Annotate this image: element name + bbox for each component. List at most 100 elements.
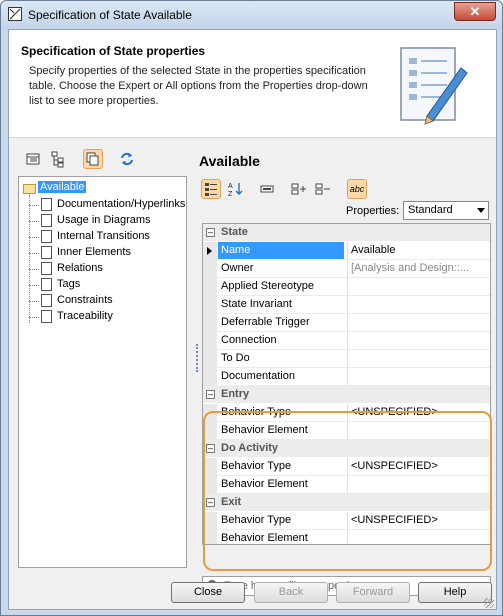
row-gutter (203, 278, 217, 296)
tree-item-label: Relations (57, 262, 103, 274)
tree-item-label: Traceability (57, 310, 113, 322)
column-separator (347, 512, 348, 530)
property-row[interactable]: Documentation (203, 368, 490, 386)
dialog-main: Available Documentation/Hyperlinks Usage… (9, 139, 496, 596)
row-gutter (203, 422, 217, 440)
tree-item-documentation[interactable]: Documentation/Hyperlinks (29, 197, 187, 213)
property-name: To Do (221, 352, 250, 364)
expand-icon[interactable] (289, 179, 309, 199)
column-separator (347, 314, 348, 332)
tree-item-traceability[interactable]: Traceability (29, 309, 187, 325)
property-value[interactable]: <UNSPECIFIED> (351, 406, 489, 418)
app-icon (8, 7, 22, 21)
tree-view-icon[interactable] (49, 149, 69, 169)
document-icon (41, 278, 52, 291)
property-row[interactable]: Deferrable Trigger (203, 314, 490, 332)
property-row[interactable]: To Do (203, 350, 490, 368)
property-row[interactable]: Behavior Type <UNSPECIFIED> (203, 404, 490, 422)
property-value[interactable]: <UNSPECIFIED> (351, 514, 489, 526)
tree-item-root[interactable]: Available (23, 181, 173, 197)
column-separator (347, 332, 348, 350)
spell-check-icon[interactable]: abc (347, 179, 367, 199)
tree-item-inner-elements[interactable]: Inner Elements (29, 245, 187, 261)
property-name: Behavior Type (221, 460, 292, 472)
svg-text:A: A (228, 183, 233, 190)
list-view-icon[interactable] (23, 149, 43, 169)
properties-grid: – State Name Available Owner [Analysis and De… (202, 223, 491, 545)
collapse-toggle-icon[interactable]: – (206, 390, 215, 399)
tree-item-label: Tags (57, 278, 81, 290)
property-name: Behavior Type (221, 406, 292, 418)
property-group[interactable]: – Do Activity (203, 440, 490, 457)
forward-button[interactable]: Forward (336, 582, 410, 603)
properties-mode-value: Standard (408, 204, 453, 216)
column-separator (347, 350, 348, 368)
row-gutter (203, 404, 217, 422)
property-row[interactable]: Behavior Type <UNSPECIFIED> (203, 512, 490, 530)
property-name: State Invariant (221, 298, 292, 310)
property-group-label: Do Activity (221, 442, 279, 454)
document-icon (41, 214, 52, 227)
dialog-footer: Close Back Forward Help (9, 570, 496, 610)
property-group[interactable]: – Entry (203, 386, 490, 403)
property-name: Connection (221, 334, 277, 346)
window-close-button[interactable]: ✕ (454, 2, 496, 21)
close-button[interactable]: Close (171, 582, 245, 603)
row-gutter (203, 314, 217, 332)
collapse-toggle-icon[interactable]: – (206, 444, 215, 453)
row-gutter (203, 476, 217, 494)
row-gutter (203, 350, 217, 368)
tree-item-relations[interactable]: Relations (29, 261, 187, 277)
property-row[interactable]: Applied Stereotype (203, 278, 490, 296)
back-button[interactable]: Back (254, 582, 328, 603)
sort-alpha-icon[interactable]: AZ (225, 179, 245, 199)
column-separator (347, 368, 348, 386)
property-value[interactable]: <UNSPECIFIED> (351, 460, 489, 472)
properties-mode-select[interactable]: Standard (403, 201, 489, 220)
property-name: Documentation (221, 370, 295, 382)
tree-item-internal-transitions[interactable]: Internal Transitions (29, 229, 187, 245)
property-name: Deferrable Trigger (221, 316, 310, 328)
categorized-icon[interactable] (201, 179, 221, 199)
property-value[interactable]: Available (351, 244, 489, 256)
property-row[interactable]: Behavior Element (203, 422, 490, 440)
title-bar: Specification of State Available ✕ (1, 1, 502, 29)
property-row[interactable]: Connection (203, 332, 490, 350)
specification-tree[interactable]: Available Documentation/Hyperlinks Usage… (18, 176, 187, 568)
property-row[interactable]: Owner [Analysis and Design::... (203, 260, 490, 278)
property-value[interactable]: [Analysis and Design::... (351, 262, 489, 274)
tree-item-label: Inner Elements (57, 246, 131, 258)
property-row[interactable]: Behavior Element (203, 476, 490, 494)
column-separator (347, 404, 348, 422)
property-group-label: Exit (221, 496, 242, 508)
property-row[interactable]: State Invariant (203, 296, 490, 314)
property-row[interactable]: Name Available (203, 242, 490, 260)
panel-splitter[interactable] (196, 344, 199, 372)
field-icon[interactable] (257, 179, 277, 199)
tree-item-usage-in-diagrams[interactable]: Usage in Diagrams (29, 213, 187, 229)
window-title: Specification of State Available (28, 8, 192, 22)
collapse-toggle-icon[interactable]: – (206, 498, 215, 507)
refresh-icon[interactable] (117, 149, 137, 169)
properties-title: Available (199, 153, 260, 169)
document-icon (41, 310, 52, 323)
svg-text:Z: Z (228, 191, 233, 198)
row-gutter (203, 242, 217, 260)
row-gutter (203, 296, 217, 314)
row-gutter (203, 530, 217, 544)
tree-item-tags[interactable]: Tags (29, 277, 187, 293)
property-group[interactable]: – Exit (203, 494, 490, 511)
row-gutter (203, 368, 217, 386)
collapse-icon[interactable] (313, 179, 333, 199)
collapse-toggle-icon[interactable]: – (206, 228, 215, 237)
help-button[interactable]: Help (418, 582, 492, 603)
column-separator (347, 278, 348, 296)
current-row-pointer-icon (207, 247, 212, 255)
specification-window: Specification of State Available ✕ Speci… (0, 0, 503, 616)
resize-grip[interactable] (484, 598, 494, 608)
tree-item-constraints[interactable]: Constraints (29, 293, 187, 309)
property-group[interactable]: – State (203, 224, 490, 241)
copy-icon[interactable] (83, 149, 103, 169)
property-row[interactable]: Behavior Element (203, 530, 490, 544)
property-row[interactable]: Behavior Type <UNSPECIFIED> (203, 458, 490, 476)
